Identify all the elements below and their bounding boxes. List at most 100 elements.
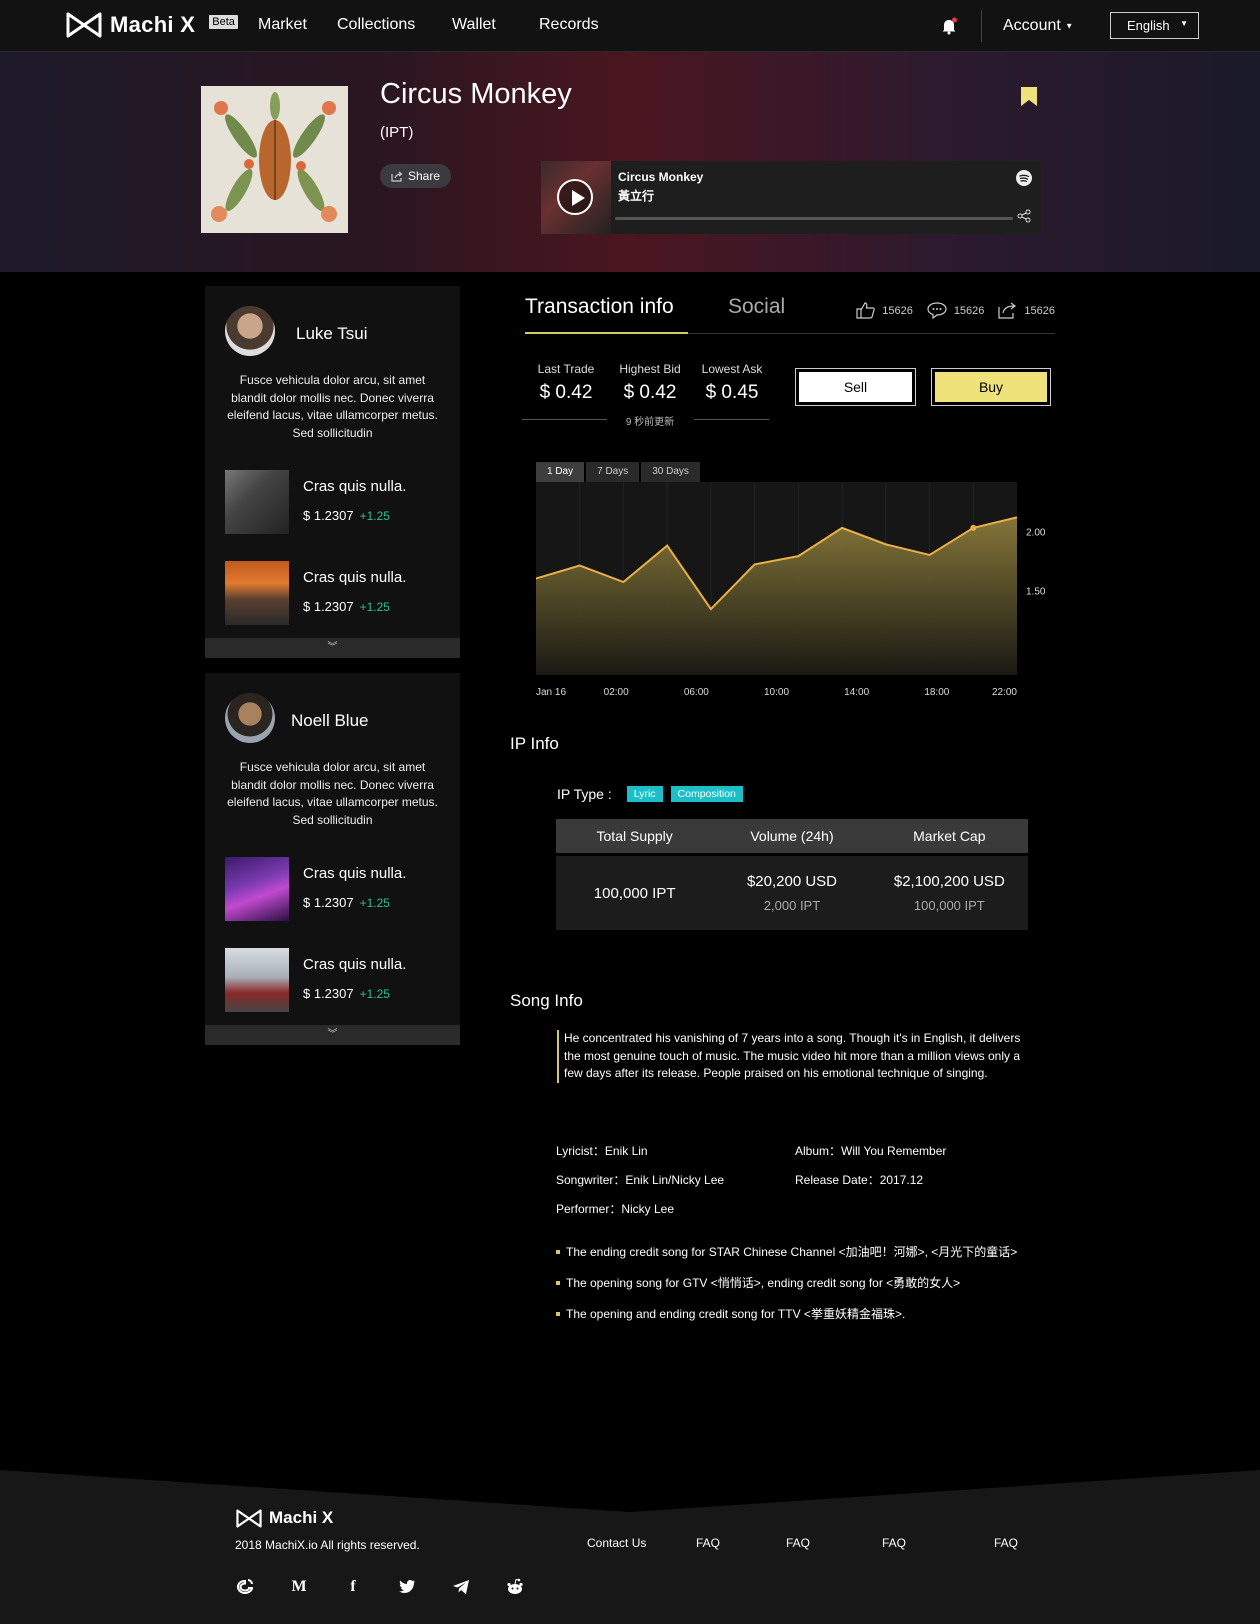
item-price-value: $ 1.2307 xyxy=(303,986,354,1001)
highest-bid-value: $ 0.42 xyxy=(623,382,677,403)
market-cap-cell: $2,100,200 USD 100,000 IPT xyxy=(871,873,1028,913)
expand-more-button[interactable]: ︾ xyxy=(205,1025,460,1045)
item-title: Cras quis nulla. xyxy=(303,865,407,882)
weibo-icon[interactable] xyxy=(236,1578,254,1596)
thumbs-up-icon xyxy=(856,302,876,319)
creator-name[interactable]: Noell Blue xyxy=(291,711,369,731)
account-menu[interactable]: Account ▼ xyxy=(1003,17,1073,35)
footer-logo[interactable]: Machi X xyxy=(236,1508,333,1528)
nav-divider xyxy=(981,10,982,42)
info-tabs: Transaction info Social 15626 15626 1562… xyxy=(525,288,1055,334)
twitter-icon[interactable] xyxy=(398,1578,416,1596)
update-time: 9 秒前更新 xyxy=(625,417,675,428)
player-share-icon[interactable] xyxy=(1017,209,1031,223)
highest-bid-label: Highest Bid xyxy=(619,362,681,376)
chevron-down-icon: ▼ xyxy=(1065,21,1074,31)
item-price: $ 1.2307 +1.25 xyxy=(303,508,390,523)
table-header: Total Supply Volume (24h) Market Cap xyxy=(556,819,1028,853)
range-30-days[interactable]: 30 Days xyxy=(641,462,700,482)
sell-label: Sell xyxy=(799,372,912,402)
list-item[interactable]: Cras quis nulla. $ 1.2307 +1.25 xyxy=(225,470,440,534)
bullet-icon xyxy=(556,1311,560,1316)
x-tick-label: 06:00 xyxy=(684,687,709,698)
spotify-player: Circus Monkey 黃立行 xyxy=(541,161,1041,234)
list-item[interactable]: Cras quis nulla. $ 1.2307 +1.25 xyxy=(225,857,440,921)
telegram-icon[interactable] xyxy=(452,1578,470,1596)
double-chevron-down-icon: ︾ xyxy=(327,1029,338,1040)
avatar[interactable] xyxy=(225,693,275,743)
beta-badge: Beta xyxy=(209,15,238,29)
sell-button[interactable]: Sell xyxy=(795,368,916,406)
buy-button[interactable]: Buy xyxy=(931,368,1051,406)
item-change: +1.25 xyxy=(359,896,390,910)
share-button[interactable]: Share xyxy=(380,164,452,188)
credit-album: Album：Will You Remember xyxy=(795,1144,947,1158)
item-price: $ 1.2307 +1.25 xyxy=(303,895,390,910)
bookmark-icon[interactable] xyxy=(1021,87,1037,106)
like-stat[interactable]: 15626 xyxy=(856,302,913,319)
bullet-icon xyxy=(556,1249,560,1254)
x-tick-label: 14:00 xyxy=(844,687,869,698)
machix-logo-icon xyxy=(66,12,102,38)
market-cap-usd: $2,100,200 USD xyxy=(893,873,1005,890)
medium-icon[interactable]: M xyxy=(290,1578,308,1596)
song-title: Circus Monkey xyxy=(380,78,572,110)
credit-performer: Performer：Nicky Lee xyxy=(556,1202,675,1216)
list-item: The opening song for GTV <悄悄话>, ending c… xyxy=(556,1267,1017,1298)
table-row: 100,000 IPT $20,200 USD 2,000 IPT $2,100… xyxy=(556,856,1028,930)
ip-info-heading: IP Info xyxy=(510,734,559,753)
notification-bell-icon[interactable] xyxy=(940,17,958,35)
footer-link-faq[interactable]: FAQ xyxy=(696,1536,720,1550)
item-change: +1.25 xyxy=(359,509,390,523)
nav-records[interactable]: Records xyxy=(539,16,599,34)
nav-wallet[interactable]: Wallet xyxy=(452,16,496,34)
item-price-value: $ 1.2307 xyxy=(303,508,354,523)
buy-label: Buy xyxy=(935,372,1047,402)
player-progress-bar[interactable] xyxy=(615,217,1013,220)
header-volume: Volume (24h) xyxy=(750,828,834,844)
item-thumbnail xyxy=(225,857,289,921)
x-tick-label: 22:00 xyxy=(992,687,1017,698)
account-label: Account xyxy=(1003,17,1061,34)
creator-name[interactable]: Luke Tsui xyxy=(296,324,368,344)
expand-more-button[interactable]: ︾ xyxy=(205,638,460,658)
reddit-icon[interactable] xyxy=(506,1578,524,1596)
range-7-days[interactable]: 7 Days xyxy=(586,462,640,482)
footer-link-faq[interactable]: FAQ xyxy=(882,1536,906,1550)
facebook-icon[interactable]: f xyxy=(344,1578,362,1596)
market-cap-ipt: 100,000 IPT xyxy=(913,898,985,913)
nav-collections[interactable]: Collections xyxy=(337,16,415,34)
player-track-title: Circus Monkey xyxy=(618,170,704,184)
album-cover xyxy=(201,86,348,233)
share-icon xyxy=(998,302,1017,319)
header-market-cap: Market Cap xyxy=(913,828,986,844)
token-symbol: (IPT) xyxy=(380,124,414,141)
list-item: The ending credit song for STAR Chinese … xyxy=(556,1236,1017,1267)
play-button[interactable] xyxy=(557,179,593,215)
footer-link-contact[interactable]: Contact Us xyxy=(587,1536,646,1550)
footer-link-faq[interactable]: FAQ xyxy=(994,1536,1018,1550)
share-icon xyxy=(391,171,403,182)
tab-transaction-info[interactable]: Transaction info xyxy=(525,295,674,319)
spotify-icon[interactable] xyxy=(1016,170,1032,186)
song-notes-list: The ending credit song for STAR Chinese … xyxy=(556,1236,1017,1329)
comment-icon xyxy=(927,302,947,319)
comment-stat[interactable]: 15626 xyxy=(927,302,984,319)
avatar[interactable] xyxy=(225,306,275,356)
tab-social[interactable]: Social xyxy=(728,295,785,319)
chevron-down-icon: ▼ xyxy=(1180,19,1188,28)
leaf-artwork-image xyxy=(201,86,348,233)
last-trade-label: Last Trade xyxy=(537,362,595,376)
list-item: The opening and ending credit song for T… xyxy=(556,1298,1017,1329)
lowest-ask-value: $ 0.45 xyxy=(705,382,759,403)
share-stat[interactable]: 15626 xyxy=(998,302,1055,319)
list-item[interactable]: Cras quis nulla. $ 1.2307 +1.25 xyxy=(225,561,440,625)
language-select[interactable]: English ▼ xyxy=(1110,12,1199,39)
list-item[interactable]: Cras quis nulla. $ 1.2307 +1.25 xyxy=(225,948,440,1012)
creator-card: Luke Tsui Fusce vehicula dolor arcu, sit… xyxy=(205,286,460,658)
nav-market[interactable]: Market xyxy=(258,16,307,34)
brand-name: Machi X xyxy=(110,12,196,37)
range-1-day[interactable]: 1 Day xyxy=(536,462,585,482)
brand-logo[interactable]: Machi X Beta xyxy=(66,12,238,38)
footer-link-faq[interactable]: FAQ xyxy=(786,1536,810,1550)
